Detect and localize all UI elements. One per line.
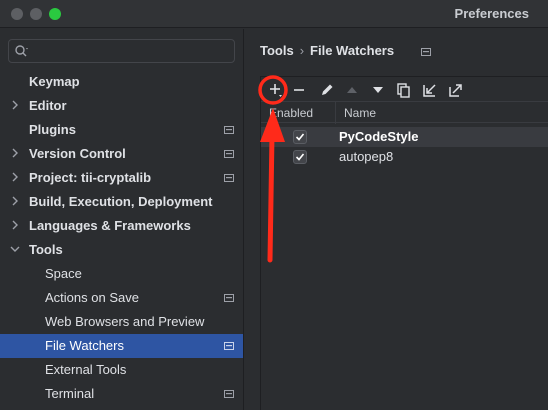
- table-header: Enabled Name: [261, 101, 548, 124]
- sidebar-item-plugins[interactable]: Plugins: [0, 118, 243, 142]
- breadcrumb-current: File Watchers: [310, 43, 395, 58]
- column-header-name[interactable]: Name: [344, 106, 376, 120]
- search-icon: [15, 45, 28, 57]
- project-settings-icon: [224, 150, 234, 158]
- close-window-button[interactable]: [11, 8, 23, 20]
- sidebar-item-label: Project: tii-cryptalib: [29, 170, 152, 185]
- sidebar-item-tools[interactable]: Tools: [0, 238, 243, 262]
- sidebar-item-actions-on-save[interactable]: Actions on Save: [0, 286, 243, 310]
- chevron-right-icon[interactable]: [10, 148, 20, 158]
- sidebar-item-label: Space: [45, 266, 82, 281]
- file-watchers-panel: Enabled Name PyCodeStyle autopep8: [260, 76, 548, 410]
- table-row[interactable]: PyCodeStyle: [261, 127, 548, 147]
- project-settings-icon: [421, 48, 431, 56]
- sidebar-item-file-watchers[interactable]: File Watchers: [0, 334, 243, 358]
- settings-search-box[interactable]: [8, 39, 235, 63]
- sidebar-item-languages-frameworks[interactable]: Languages & Frameworks: [0, 214, 243, 238]
- watcher-name: PyCodeStyle: [339, 129, 419, 144]
- arrow-up-icon: [347, 87, 357, 93]
- enabled-checkbox[interactable]: [293, 150, 307, 164]
- table-row[interactable]: autopep8: [261, 147, 548, 167]
- checkmark-icon: [295, 133, 305, 141]
- chevron-right-icon[interactable]: [10, 172, 20, 182]
- import-icon: [423, 84, 436, 97]
- project-settings-icon: [224, 390, 234, 398]
- sidebar-item-label: External Tools: [45, 362, 127, 377]
- export-button[interactable]: [447, 81, 465, 99]
- settings-search-input[interactable]: [33, 42, 229, 60]
- minimize-window-button[interactable]: [30, 8, 42, 20]
- project-settings-icon: [224, 342, 234, 350]
- sidebar-item-label: Terminal: [45, 386, 95, 401]
- edit-button[interactable]: [318, 81, 336, 99]
- chevron-down-icon[interactable]: [10, 244, 20, 254]
- plus-icon: [270, 84, 282, 97]
- chevron-right-icon[interactable]: [10, 220, 20, 230]
- checkmark-icon: [295, 153, 305, 161]
- sidebar-item-label: Tools: [29, 242, 63, 257]
- arrow-down-icon: [373, 87, 383, 93]
- sidebar-item-space[interactable]: Space: [0, 262, 243, 286]
- export-icon: [449, 84, 462, 97]
- column-header-enabled[interactable]: Enabled: [269, 106, 313, 120]
- sidebar-item-label: Version Control: [29, 146, 126, 161]
- breadcrumb-parent[interactable]: Tools: [260, 43, 294, 58]
- maximize-window-button[interactable]: [49, 8, 61, 20]
- column-divider[interactable]: [335, 102, 336, 124]
- settings-sidebar: Keymap Editor Plugins Version Control Pr…: [0, 29, 244, 410]
- breadcrumb: Tools › File Watchers: [260, 43, 394, 58]
- chevron-right-icon[interactable]: [10, 196, 20, 206]
- move-down-button[interactable]: [369, 81, 387, 99]
- breadcrumb-separator: ›: [299, 43, 305, 58]
- sidebar-item-web-browsers[interactable]: Web Browsers and Preview: [0, 310, 243, 334]
- sidebar-item-label: Editor: [29, 98, 67, 113]
- project-settings-icon: [224, 294, 234, 302]
- sidebar-item-version-control[interactable]: Version Control: [0, 142, 243, 166]
- sidebar-item-editor[interactable]: Editor: [0, 94, 243, 118]
- import-button[interactable]: [421, 81, 439, 99]
- move-up-button[interactable]: [343, 81, 361, 99]
- sidebar-item-label: Keymap: [29, 74, 80, 89]
- add-button[interactable]: [266, 81, 284, 99]
- sidebar-item-label: Plugins: [29, 122, 76, 137]
- sidebar-item-keymap[interactable]: Keymap: [0, 70, 243, 94]
- remove-button[interactable]: [290, 81, 308, 99]
- project-settings-icon: [224, 174, 234, 182]
- sidebar-item-label: Languages & Frameworks: [29, 218, 191, 233]
- copy-button[interactable]: [395, 81, 413, 99]
- sidebar-item-label: Actions on Save: [45, 290, 139, 305]
- sidebar-item-label: Build, Execution, Deployment: [29, 194, 213, 209]
- sidebar-item-terminal[interactable]: Terminal: [0, 382, 243, 406]
- watcher-name: autopep8: [339, 149, 394, 164]
- copy-icon: [397, 83, 410, 98]
- project-settings-icon: [224, 126, 234, 134]
- sidebar-item-label: Web Browsers and Preview: [45, 314, 205, 329]
- enabled-checkbox[interactable]: [293, 130, 307, 144]
- sidebar-item-project[interactable]: Project: tii-cryptalib: [0, 166, 243, 190]
- title-bar: Preferences: [0, 0, 548, 28]
- sidebar-item-external-tools[interactable]: External Tools: [0, 358, 243, 382]
- chevron-right-icon[interactable]: [10, 100, 20, 110]
- window-title: Preferences: [454, 6, 529, 21]
- sidebar-item-label: File Watchers: [45, 338, 124, 353]
- pencil-icon: [322, 84, 333, 95]
- settings-content: Tools › File Watchers Enabled Name PyCod…: [245, 29, 548, 410]
- sidebar-item-build-execution-deployment[interactable]: Build, Execution, Deployment: [0, 190, 243, 214]
